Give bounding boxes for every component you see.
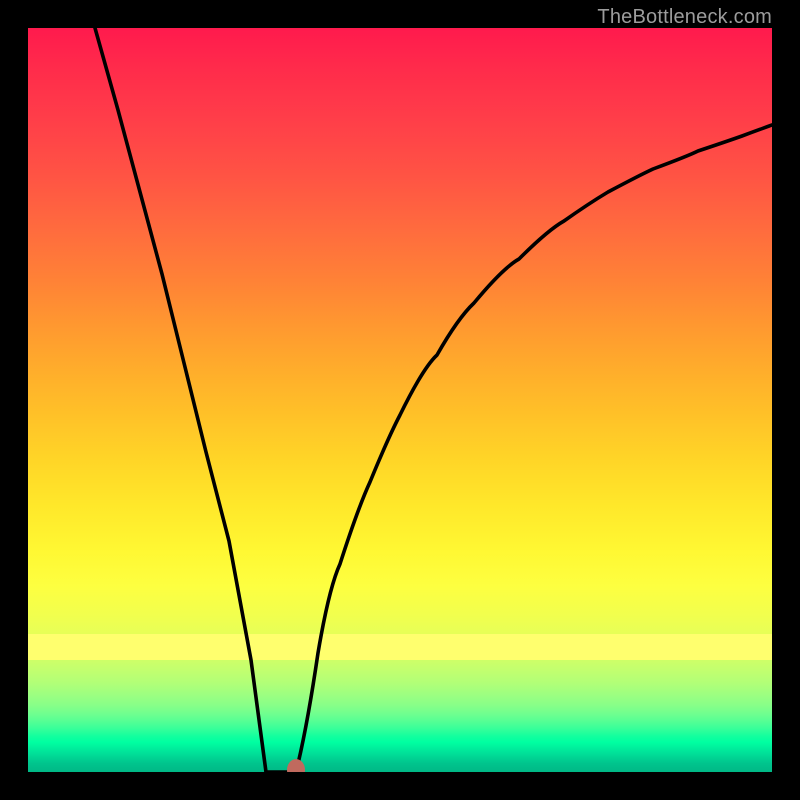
curve-right-branch — [296, 125, 772, 772]
plot-area — [28, 28, 772, 772]
curve-left-branch — [95, 28, 266, 772]
watermark-text: TheBottleneck.com — [597, 6, 772, 29]
chart-container: TheBottleneck.com — [0, 0, 800, 800]
minimum-marker — [287, 759, 305, 772]
curve-svg — [28, 28, 772, 772]
